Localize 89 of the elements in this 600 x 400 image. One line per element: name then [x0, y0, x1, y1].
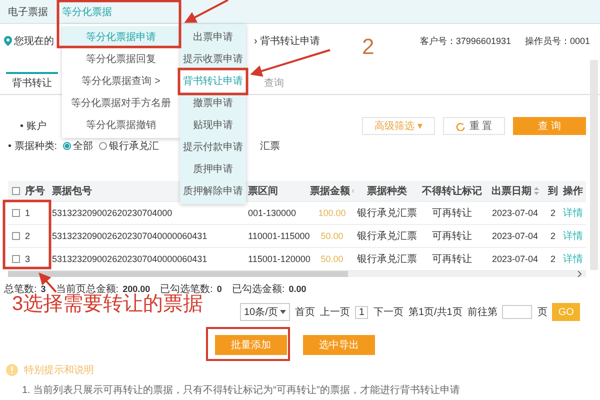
table-cell: 3 [25, 254, 30, 264]
table-cell: 2 [550, 254, 556, 264]
account-info: 客户号：37996601931 [420, 34, 511, 48]
summary-item: 总笔数: 3 [4, 282, 46, 295]
table-cell: 115001-120000 [248, 254, 310, 264]
page-input[interactable] [502, 305, 532, 319]
reset-button[interactable]: 重 置 [443, 117, 506, 135]
column-header: 序号 [25, 184, 45, 198]
summary-item: 已勾选笔数: 0 [160, 282, 222, 295]
prev-page-link[interactable]: 上一页 [320, 305, 350, 319]
highlight-frame [2, 200, 52, 270]
table-cell: 100.00 [318, 208, 346, 218]
radio-option[interactable]: 全部 [63, 139, 94, 153]
table-cell: 2 [25, 231, 30, 241]
annotation-step-number: 2 [362, 34, 374, 60]
page-size-select[interactable]: 10条/页 [240, 303, 290, 321]
filter-label: • 账户 [20, 120, 46, 133]
table-cell: 2023-07-04 [492, 231, 538, 241]
location-pin-icon [4, 36, 12, 46]
radio-option[interactable]: 银行承兑汇 [99, 139, 160, 153]
caret-icon [280, 310, 286, 314]
menu-item[interactable]: 等分化票据撤销 [62, 114, 180, 136]
menu-item[interactable]: 等分化票据回复 [62, 48, 180, 70]
breadcrumb-label: 您现在的 [14, 35, 54, 48]
column-header: 票据金额 [310, 184, 350, 198]
table-cell-text: 银行承兑汇票 [357, 206, 417, 220]
menu-item[interactable]: 等分化票据查询 > [62, 70, 180, 92]
table-cell: 2 [550, 231, 556, 241]
column-header: 票据种类 [367, 184, 407, 198]
row-checkbox[interactable] [12, 255, 20, 263]
table-cell: 1 [25, 208, 30, 218]
submenu-item[interactable]: 贴现申请 [180, 114, 246, 136]
table-cell: 531323209002620230704000 [52, 208, 172, 218]
goto-label: 页 [537, 306, 548, 319]
summary-item: 已勾选金额: 0.00 [232, 282, 306, 296]
notice-title: 特别提示和说明 [24, 364, 94, 377]
filter-label: • 票据种类: [8, 140, 58, 153]
submenu-item[interactable]: 质押申请 [180, 158, 246, 180]
submenu-item[interactable]: 提示付款申请 [180, 136, 246, 158]
table-cell-text: 可再转让 [432, 252, 472, 266]
submenu-item[interactable]: 出票申请 [180, 26, 246, 48]
menu-item[interactable]: 等分化票据对手方名册 [62, 92, 180, 114]
account-info: 操作员号：0001 [524, 34, 590, 48]
page-number[interactable]: 1 [354, 306, 368, 318]
refresh-icon [456, 122, 466, 130]
table-cell: 2 [550, 208, 556, 218]
column-header: 不得转让标记 [422, 184, 482, 198]
submenu-item[interactable]: 撤票申请 [180, 92, 246, 114]
column-header: 票据包号 [52, 184, 92, 198]
submenu-item[interactable]: 质押解除申请 [180, 180, 246, 202]
submenu-item[interactable]: 提示收票申请 [180, 48, 246, 70]
table-cell: 001-130000 [248, 208, 296, 218]
notice-text: 1. 当前列表只展示可再转让的票据，只有不得转让标记为“可再转让”的票据，才能进行背书转让申请 [22, 384, 461, 397]
annotation-arrow [184, 0, 228, 23]
table-cell: 50.00 [320, 254, 344, 264]
table-cell-text: 可再转让 [432, 230, 472, 243]
row-checkbox[interactable] [12, 209, 20, 217]
sort-icon[interactable] [534, 187, 538, 195]
horizontal-scrollbar[interactable] [8, 271, 586, 277]
select-all-checkbox[interactable] [12, 187, 20, 195]
nav-tab[interactable]: 电子票据 [8, 4, 48, 18]
scroll-right-icon[interactable] [577, 271, 582, 277]
annotation-caption: 3选择需要转让的票据 [12, 293, 204, 317]
table-cell: 50.00 [320, 231, 344, 241]
page-info: 第1页/共1页 [408, 306, 462, 319]
summary-item: 当前页总金额: 200.00 [56, 282, 150, 295]
column-header: 到 [548, 184, 558, 198]
table-cell: 110001-115000 [248, 231, 310, 241]
column-header: 出票日期 [492, 184, 532, 198]
next-page-link[interactable]: 下一页 [373, 305, 404, 319]
table-cell: 2023-07-04 [492, 254, 538, 264]
tab[interactable]: 背书转让 [6, 72, 58, 94]
table-cell: 5313232090026202307040000060431 [52, 254, 208, 264]
radio-option-label: 汇票 [260, 140, 280, 153]
highlight-frame [178, 68, 248, 96]
first-page-link[interactable]: 首页 [294, 305, 315, 319]
goto-label: 前往第 [467, 306, 498, 319]
table-cell: 5313232090026202307040000060431 [52, 231, 208, 241]
vertical-scrollbar[interactable] [590, 60, 598, 270]
column-header: 操作 [563, 184, 583, 198]
row-checkbox[interactable] [12, 232, 20, 240]
breadcrumb-current: › 背书转让申请 [254, 34, 320, 48]
table-cell-text: 银行承兑汇票 [357, 230, 417, 243]
table-cell: 2023-07-04 [492, 208, 538, 218]
table-cell-text: 可再转让 [432, 206, 472, 220]
column-header: 票区间 [248, 184, 278, 198]
table-cell-text: 银行承兑汇票 [357, 252, 417, 266]
annotation-arrow [38, 272, 57, 293]
warning-icon [6, 364, 18, 376]
